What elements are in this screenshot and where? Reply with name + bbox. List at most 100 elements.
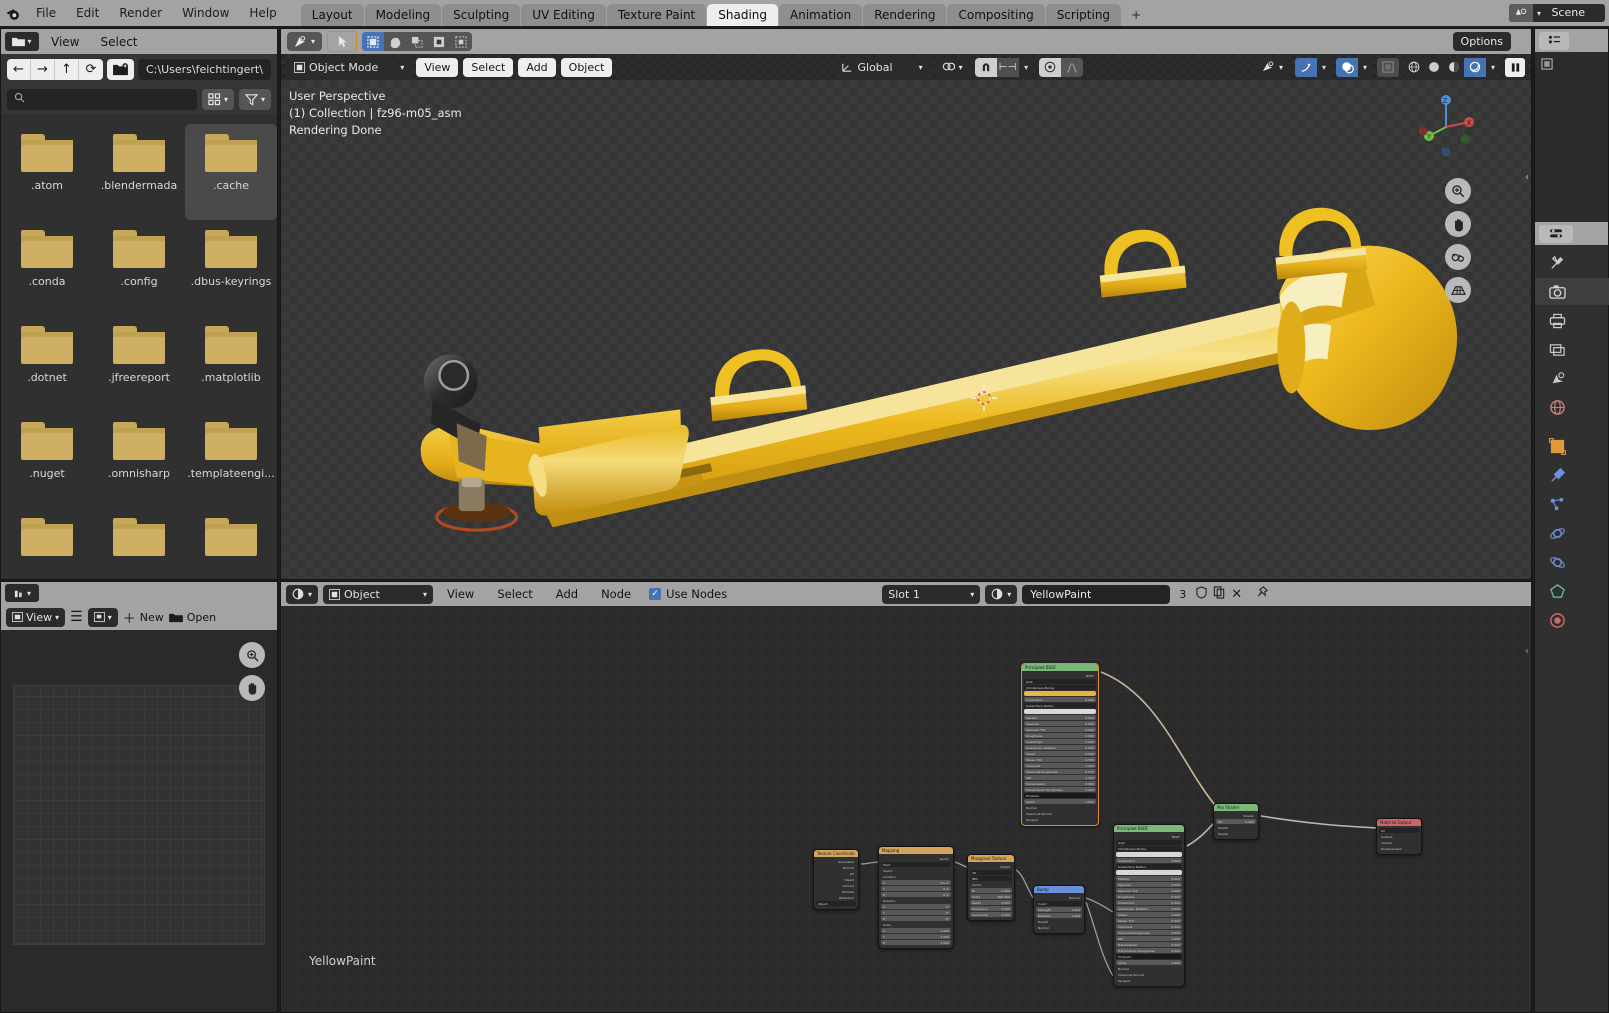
tab-modeling[interactable]: Modeling bbox=[364, 4, 442, 26]
viewport-canvas[interactable]: User Perspective (1) Collection | fz96-m… bbox=[281, 80, 1531, 579]
node-property-row[interactable]: Transmission Roughness 0.000 bbox=[1024, 787, 1096, 792]
shader-node[interactable]: Musgrave Texture Height 3D fBM Vector W 0.000 S… bbox=[967, 854, 1015, 921]
gizmo-icon[interactable] bbox=[1295, 57, 1317, 77]
shader-node[interactable]: Material Output All Surface Volume Displacem… bbox=[1376, 818, 1422, 855]
node-property-row[interactable]: Tangent bbox=[1024, 817, 1096, 822]
options-button[interactable]: Options bbox=[1452, 32, 1511, 51]
node-output-socket-row[interactable]: Shader bbox=[1216, 813, 1256, 818]
node-property-row[interactable]: Shader bbox=[1216, 825, 1256, 830]
chevron-down-icon[interactable]: ▾ bbox=[1486, 63, 1500, 72]
node-output-socket-row[interactable]: Window bbox=[816, 889, 856, 894]
transform-orientation-selector[interactable]: Global ▾ bbox=[834, 57, 930, 77]
ptab-scene[interactable] bbox=[1535, 365, 1609, 392]
node-property-row[interactable]: Z 0 m bbox=[881, 892, 951, 897]
ptab-physics[interactable] bbox=[1535, 520, 1609, 547]
file-item[interactable]: .omnisharp bbox=[93, 412, 185, 508]
zoom-nav-icon[interactable] bbox=[1445, 178, 1471, 204]
falloff-icon[interactable] bbox=[1060, 57, 1083, 77]
sidebar-toggle-icon[interactable]: ‹ bbox=[1525, 172, 1529, 183]
ptab-particles[interactable] bbox=[1535, 491, 1609, 518]
node-output-socket-row[interactable]: Object bbox=[816, 877, 856, 882]
tab-sculpting[interactable]: Sculpting bbox=[442, 4, 521, 26]
shader-node[interactable]: Bump Normal Invert Strength 1.000 Distance 1.0… bbox=[1033, 885, 1085, 934]
node-output-socket-row[interactable]: Camera bbox=[816, 883, 856, 888]
material-browse-button[interactable]: ▾ bbox=[985, 584, 1018, 604]
node-property-row[interactable]: Invert bbox=[1036, 901, 1082, 906]
new-folder-icon[interactable] bbox=[107, 58, 134, 80]
tab-texture-paint[interactable]: Texture Paint bbox=[606, 4, 707, 26]
shader-node[interactable]: Texture Coordinate Generated Normal UV Objec… bbox=[813, 849, 859, 910]
node-property-row[interactable]: Roughness 0.500 bbox=[1116, 894, 1182, 899]
xray-icon[interactable] bbox=[1377, 57, 1399, 77]
pan-nav-icon[interactable] bbox=[1445, 211, 1471, 237]
ptab-world[interactable] bbox=[1535, 394, 1609, 421]
ptab-data[interactable] bbox=[1535, 578, 1609, 605]
file-browser-menu-view[interactable]: View bbox=[42, 35, 88, 49]
file-item[interactable]: .config bbox=[93, 220, 185, 316]
unlink-icon[interactable]: ✕ bbox=[1231, 588, 1242, 601]
chevron-down-icon[interactable]: ▾ bbox=[1019, 63, 1034, 72]
shader-node[interactable]: Principled BSDF BSDF GGX Christensen-Burley… bbox=[1113, 824, 1185, 987]
pause-icon[interactable] bbox=[1505, 57, 1525, 77]
overlays-icon[interactable] bbox=[1336, 57, 1358, 77]
node-property-row[interactable]: 3D bbox=[970, 870, 1012, 875]
node-property-row[interactable]: Normal bbox=[1024, 805, 1096, 810]
viewport-menu-object[interactable]: Object bbox=[560, 57, 613, 77]
node-property-row[interactable]: Displacement bbox=[1379, 846, 1419, 851]
rendered-shading-icon[interactable] bbox=[1464, 57, 1486, 77]
node-property-row[interactable]: Anisotropic Rotation 0.000 bbox=[1116, 906, 1182, 911]
node-property-row[interactable]: Shader bbox=[1216, 831, 1256, 836]
file-item-selected[interactable]: .cache bbox=[185, 124, 277, 220]
node-property-row[interactable]: Subsurface Radius bbox=[1024, 703, 1096, 708]
new-material-icon[interactable] bbox=[1213, 586, 1226, 602]
blender-logo-icon[interactable] bbox=[0, 0, 26, 26]
shader-node[interactable]: Principled BSDF BSDF GGX Christensen-Burley… bbox=[1021, 663, 1099, 826]
node-property-row[interactable]: Clearcoat 0.000 bbox=[1116, 924, 1182, 929]
outliner-icon[interactable] bbox=[1539, 31, 1569, 50]
file-item[interactable] bbox=[93, 508, 185, 579]
shader-menu-add[interactable]: Add bbox=[547, 587, 587, 601]
visibility-selector[interactable]: ▾ bbox=[1254, 57, 1290, 77]
material-preview-shading-icon[interactable] bbox=[1444, 58, 1464, 77]
node-output-socket-row[interactable]: Reflection bbox=[816, 895, 856, 900]
ptab-output[interactable] bbox=[1535, 307, 1609, 334]
node-property-row[interactable]: Y 0 m bbox=[881, 886, 951, 891]
search-input[interactable] bbox=[7, 88, 197, 110]
magnet-icon[interactable] bbox=[974, 57, 997, 77]
file-item[interactable]: .dbus-keyrings bbox=[185, 220, 277, 316]
fake-user-icon[interactable] bbox=[1195, 586, 1208, 602]
snap-target-selector[interactable]: ▾ bbox=[934, 57, 970, 77]
outliner-body[interactable] bbox=[1535, 52, 1608, 222]
file-item[interactable]: .matplotlib bbox=[185, 316, 277, 412]
node-property-row[interactable]: Base Color bbox=[1116, 852, 1182, 857]
tab-shading[interactable]: Shading bbox=[707, 4, 778, 26]
file-item[interactable]: .jfreereport bbox=[93, 316, 185, 412]
file-item[interactable]: .dotnet bbox=[1, 316, 93, 412]
node-property-row[interactable]: X 0° bbox=[881, 904, 951, 909]
viewport-menu-select[interactable]: Select bbox=[463, 57, 514, 77]
node-property-row[interactable]: Tangent bbox=[1116, 978, 1182, 983]
snap-increment-icon[interactable]: ⊢⊣ bbox=[996, 57, 1019, 77]
file-browser-menu-select[interactable]: Select bbox=[91, 35, 146, 49]
menu-file[interactable]: File bbox=[26, 0, 66, 26]
node-property-row[interactable]: All bbox=[1379, 828, 1419, 833]
node-property-row[interactable]: Alpha 1.000 bbox=[1116, 960, 1182, 965]
refresh-icon[interactable]: ⟳ bbox=[79, 59, 103, 80]
shader-editor-type-button[interactable]: ▾ bbox=[286, 584, 319, 604]
image-datablock-selector[interactable]: ▾ bbox=[87, 607, 118, 627]
node-property-row[interactable]: Normal bbox=[1036, 925, 1082, 930]
node-property-row[interactable]: Vector bbox=[970, 882, 1012, 887]
node-property-row[interactable]: fBM bbox=[970, 876, 1012, 881]
arrow-left-icon[interactable]: ← bbox=[7, 58, 31, 80]
node-property-row[interactable]: Surface bbox=[1379, 834, 1419, 839]
node-property-row[interactable]: Base Color bbox=[1024, 691, 1096, 696]
node-property-row[interactable]: Clearcoat Roughness 0.070 bbox=[1024, 769, 1096, 774]
select-extend-icon[interactable] bbox=[384, 32, 406, 51]
file-item[interactable]: .atom bbox=[1, 124, 93, 220]
ptab-constraints[interactable] bbox=[1535, 549, 1609, 576]
file-item[interactable]: .nuget bbox=[1, 412, 93, 508]
scene-selector[interactable]: ▾ Scene bbox=[1509, 4, 1605, 22]
node-property-row[interactable]: Clearcoat Normal bbox=[1024, 811, 1096, 816]
add-workspace-button[interactable]: + bbox=[1122, 4, 1150, 26]
select-set-icon[interactable] bbox=[362, 32, 385, 51]
